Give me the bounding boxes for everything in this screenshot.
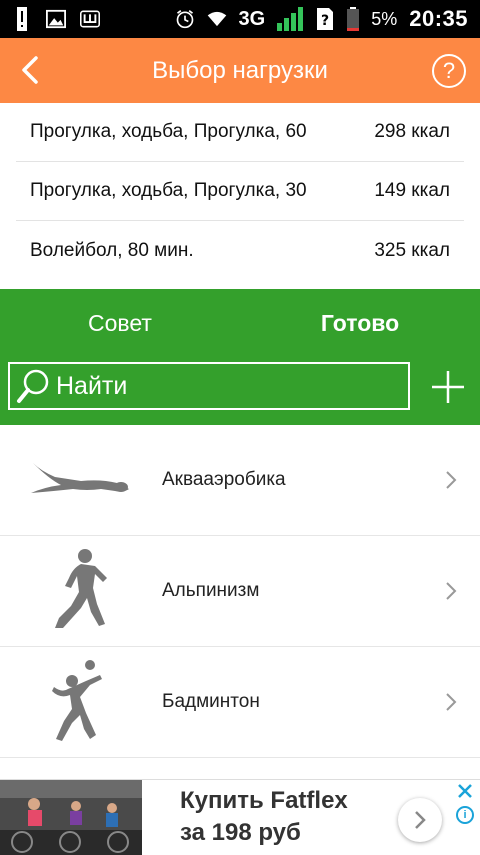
- selected-item-kcal: 325 ккал: [374, 239, 450, 261]
- chevron-right-icon: [415, 811, 426, 829]
- search-input[interactable]: Найти: [56, 372, 127, 401]
- list-item[interactable]: Бадминтон: [0, 647, 480, 758]
- back-button[interactable]: [10, 50, 50, 90]
- signal-icon: [277, 7, 304, 31]
- done-button[interactable]: Готово: [240, 310, 480, 337]
- svg-text:?: ?: [321, 13, 329, 29]
- chevron-left-icon: [22, 56, 38, 84]
- selected-activities-list: Прогулка, ходьба, Прогулка, 60 298 ккал …: [16, 103, 464, 280]
- close-icon[interactable]: [456, 782, 474, 800]
- selected-item[interactable]: Волейбол, 80 мин. 325 ккал: [16, 221, 464, 280]
- app-icon: [80, 7, 100, 31]
- add-activity-button[interactable]: [430, 369, 466, 405]
- info-icon[interactable]: i: [456, 806, 474, 824]
- chevron-right-icon: [446, 582, 457, 600]
- selected-item[interactable]: Прогулка, ходьба, Прогулка, 30 149 ккал: [16, 162, 464, 221]
- list-item[interactable]: Альпинизм: [0, 536, 480, 647]
- runner-icon: [0, 541, 162, 641]
- alert-icon: [12, 7, 32, 31]
- status-bar: 3G ? 5% 20:35: [0, 0, 480, 38]
- activity-list: Аквааэробика Альпинизм Бадминтон: [0, 425, 480, 758]
- selected-item-kcal: 149 ккал: [374, 180, 450, 201]
- selected-item[interactable]: Прогулка, ходьба, Прогулка, 60 298 ккал: [16, 103, 464, 162]
- ad-line2: за 198 руб: [180, 819, 301, 846]
- battery-icon: [347, 7, 360, 31]
- selected-item-name: Прогулка, ходьба, Прогулка, 60: [30, 121, 307, 142]
- list-item-label: Альпинизм: [162, 580, 260, 601]
- help-button[interactable]: ?: [432, 54, 466, 88]
- selected-item-name: Прогулка, ходьба, Прогулка, 30: [30, 180, 307, 201]
- ad-image: [0, 779, 142, 855]
- ad-banner[interactable]: Купить Fatflex за 198 руб i: [0, 779, 480, 855]
- search-field[interactable]: Найти: [8, 362, 410, 410]
- chevron-right-icon: [446, 693, 457, 711]
- network-type: 3G: [238, 7, 266, 30]
- list-item-label: Бадминтон: [162, 691, 260, 712]
- app-bar: Выбор нагрузки ?: [0, 38, 480, 103]
- battery-percent: 5%: [371, 8, 398, 29]
- ad-line1: Купить Fatflex: [180, 787, 348, 814]
- sim-icon: ?: [315, 7, 335, 31]
- search-icon: [17, 369, 49, 403]
- selected-item-kcal: 298 ккал: [374, 121, 450, 142]
- action-panel: Совет Готово Найти: [0, 289, 480, 425]
- plus-icon: [432, 371, 464, 403]
- list-item-label: Аквааэробика: [162, 469, 286, 490]
- ad-open-button[interactable]: [398, 798, 442, 842]
- advice-button[interactable]: Совет: [0, 310, 240, 337]
- wifi-icon: [207, 7, 227, 31]
- alarm-icon: [175, 7, 195, 31]
- swimmer-icon: [0, 430, 162, 530]
- list-item[interactable]: Аквааэробика: [0, 425, 480, 536]
- page-title: Выбор нагрузки: [152, 56, 328, 84]
- chevron-right-icon: [446, 471, 457, 489]
- clock: 20:35: [409, 6, 468, 31]
- selected-item-name: Волейбол, 80 мин.: [30, 239, 194, 261]
- help-icon: ?: [442, 58, 456, 83]
- ad-text[interactable]: Купить Fatflex за 198 руб: [180, 785, 348, 849]
- image-icon: [46, 7, 66, 31]
- badminton-icon: [0, 652, 162, 752]
